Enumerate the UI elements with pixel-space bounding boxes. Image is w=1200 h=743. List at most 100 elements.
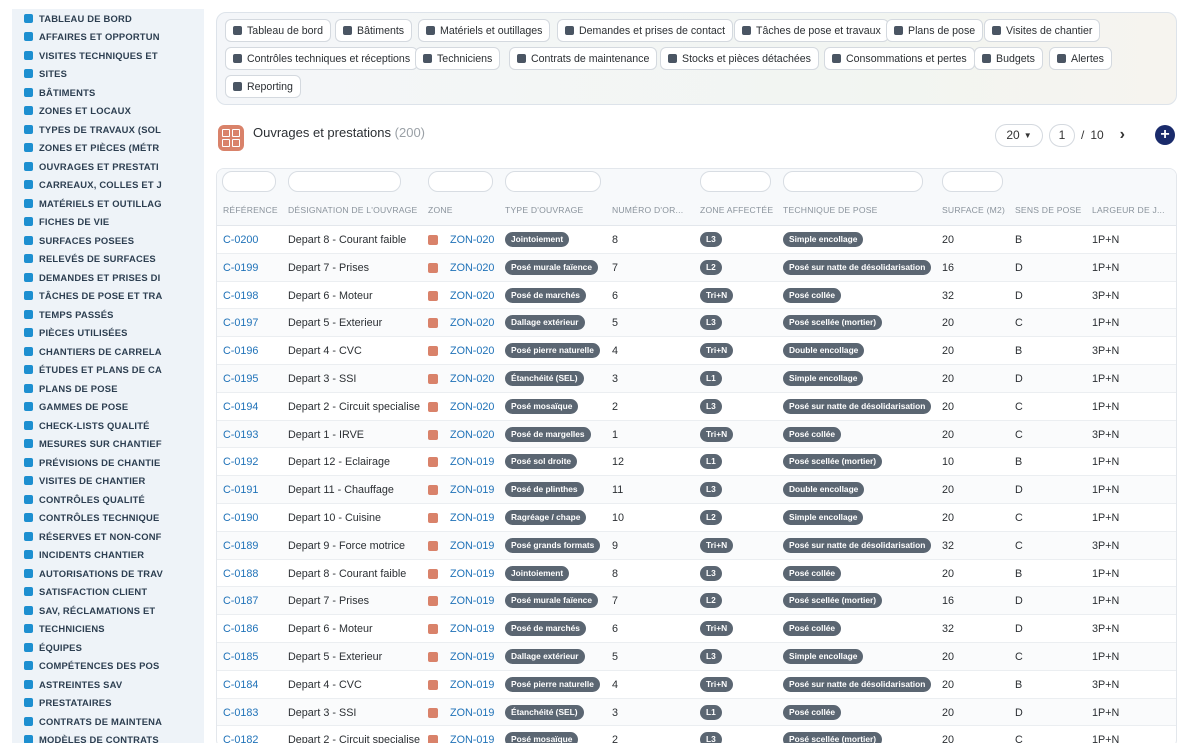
reference-link[interactable]: C-0182 (223, 734, 258, 743)
table-row[interactable]: C-0189 Depart 9 - Force motrice ZON-019 Pos… (217, 531, 1176, 560)
table-row[interactable]: C-0185 Depart 5 - Exterieur ZON-019 Dallage… (217, 643, 1176, 671)
sidebar-item[interactable]: GAMMES DE POSE (12, 398, 204, 417)
sidebar-item[interactable]: BÂTIMENTS (12, 83, 204, 102)
sidebar-item[interactable]: ZONES ET PIÈCES (MÉTR (12, 139, 204, 158)
table-row[interactable]: C-0190 Depart 10 - Cuisine ZON-019 Ragréage… (217, 504, 1176, 532)
sidebar-item[interactable]: CHECK-LISTS QUALITÉ (12, 416, 204, 435)
table-row[interactable]: C-0186 Depart 6 - Moteur ZON-019 Posé de ma… (217, 615, 1176, 643)
sidebar-item[interactable]: PRESTATAIRES (12, 694, 204, 713)
sidebar-item[interactable]: PLANS DE POSE (12, 379, 204, 398)
toolbar-button[interactable]: Matériels et outillages (418, 19, 551, 42)
sidebar-item[interactable]: ZONES ET LOCAUX (12, 102, 204, 121)
sidebar-item[interactable]: CHANTIERS DE CARRELA (12, 342, 204, 361)
zone-link[interactable]: ZON-019 (450, 595, 494, 607)
sidebar-item[interactable]: CONTRATS DE MAINTENA (12, 712, 204, 731)
reference-link[interactable]: C-0185 (223, 651, 258, 663)
reference-link[interactable]: C-0188 (223, 568, 258, 580)
toolbar-button[interactable]: Reporting (225, 75, 301, 98)
zone-link[interactable]: ZON-020 (450, 429, 494, 441)
zone-link[interactable]: ZON-019 (450, 540, 494, 552)
sidebar-item[interactable]: TECHNICIENS (12, 620, 204, 639)
sidebar-item[interactable]: SATISFACTION CLIENT (12, 583, 204, 602)
column-header[interactable]: TYPE D'OUVRAGE (505, 205, 609, 215)
table-row[interactable]: C-0193 Depart 1 - IRVE ZON-020 Posé de marg… (217, 420, 1176, 449)
zone-link[interactable]: ZON-019 (450, 456, 494, 468)
zone-link[interactable]: ZON-020 (450, 401, 494, 413)
zone-link[interactable]: ZON-019 (450, 679, 494, 691)
table-row[interactable]: C-0196 Depart 4 - CVC ZON-020 Posé pierre n… (217, 337, 1176, 365)
reference-link[interactable]: C-0191 (223, 484, 258, 496)
sidebar-item[interactable]: FICHES DE VIE (12, 213, 204, 232)
reference-link[interactable]: C-0197 (223, 317, 258, 329)
column-header[interactable]: SURFACE (M2) (942, 205, 1010, 215)
zone-link[interactable]: ZON-019 (450, 651, 494, 663)
column-header[interactable]: NUMÉRO D'OR... (612, 205, 696, 215)
sidebar-item[interactable]: PIÈCES UTILISÉES (12, 324, 204, 343)
table-row[interactable]: C-0184 Depart 4 - CVC ZON-019 Posé pierre n… (217, 671, 1176, 699)
toolbar-button[interactable]: Demandes et prises de contact (557, 19, 734, 42)
toolbar-button[interactable]: Contrôles techniques et réceptions (225, 47, 419, 70)
toolbar-button[interactable]: Tâches de pose et travaux (734, 19, 889, 42)
table-row[interactable]: C-0199 Depart 7 - Prises ZON-020 Posé mural… (217, 253, 1176, 282)
reference-link[interactable]: C-0195 (223, 373, 258, 385)
sidebar-item[interactable]: ÉQUIPES (12, 638, 204, 657)
zone-link[interactable]: ZON-019 (450, 707, 494, 719)
column-header[interactable]: ZONE AFFECTÉE (700, 205, 780, 215)
sidebar-item[interactable]: TEMPS PASSÉS (12, 305, 204, 324)
sidebar-item[interactable]: PRÉVISIONS DE CHANTIE (12, 453, 204, 472)
sidebar-item[interactable]: SURFACES POSEES (12, 231, 204, 250)
table-row[interactable]: C-0200 Depart 8 - Courant faible ZON-020 Jo… (217, 226, 1176, 254)
reference-link[interactable]: C-0186 (223, 623, 258, 635)
sidebar-item[interactable]: MATÉRIELS ET OUTILLAG (12, 194, 204, 213)
reference-link[interactable]: C-0192 (223, 456, 258, 468)
column-header[interactable]: RÉFÉRENCE (223, 205, 283, 215)
column-filter-input[interactable] (222, 171, 276, 192)
sidebar-item[interactable]: MESURES SUR CHANTIEF (12, 435, 204, 454)
column-filter-input[interactable] (288, 171, 401, 192)
table-row[interactable]: C-0187 Depart 7 - Prises ZON-019 Posé mural… (217, 587, 1176, 616)
reference-link[interactable]: C-0193 (223, 429, 258, 441)
reference-link[interactable]: C-0190 (223, 512, 258, 524)
column-header[interactable]: SENS DE POSE (1015, 205, 1089, 215)
column-filter-input[interactable] (942, 171, 1003, 192)
toolbar-button[interactable]: Bâtiments (335, 19, 413, 42)
sidebar-item[interactable]: TÂCHES DE POSE ET TRA (12, 287, 204, 306)
column-header[interactable]: ZONE (428, 205, 500, 215)
next-page-icon[interactable]: › (1120, 126, 1125, 144)
sidebar-item[interactable]: COMPÉTENCES DES POS (12, 657, 204, 676)
toolbar-button[interactable]: Stocks et pièces détachées (660, 47, 819, 70)
toolbar-button[interactable]: Techniciens (415, 47, 501, 70)
zone-link[interactable]: ZON-019 (450, 623, 494, 635)
sidebar-item[interactable]: ASTREINTES SAV (12, 675, 204, 694)
reference-link[interactable]: C-0183 (223, 707, 258, 719)
table-row[interactable]: C-0188 Depart 8 - Courant faible ZON-019 Jo… (217, 560, 1176, 588)
page-number-input[interactable]: 1 (1048, 123, 1075, 147)
sidebar-item[interactable]: CARREAUX, COLLES ET J (12, 176, 204, 195)
table-row[interactable]: C-0183 Depart 3 - SSI ZON-019 Étanchéité (S… (217, 698, 1176, 727)
reference-link[interactable]: C-0189 (223, 540, 258, 552)
column-header[interactable]: LARGEUR DE J... (1092, 205, 1172, 215)
toolbar-button[interactable]: Alertes (1049, 47, 1112, 70)
table-row[interactable]: C-0191 Depart 11 - Chauffage ZON-019 Posé d… (217, 476, 1176, 504)
reference-link[interactable]: C-0196 (223, 345, 258, 357)
zone-link[interactable]: ZON-020 (450, 317, 494, 329)
column-filter-input[interactable] (505, 171, 601, 192)
column-header[interactable]: TECHNIQUE DE POSE (783, 205, 941, 215)
sidebar-item[interactable]: ÉTUDES ET PLANS DE CA (12, 361, 204, 380)
sidebar-item[interactable]: DEMANDES ET PRISES DI (12, 268, 204, 287)
reference-link[interactable]: C-0184 (223, 679, 258, 691)
sidebar-item[interactable]: INCIDENTS CHANTIER (12, 546, 204, 565)
reference-link[interactable]: C-0194 (223, 401, 258, 413)
sidebar-item[interactable]: MODÈLES DE CONTRATS (12, 731, 204, 743)
toolbar-button[interactable]: Visites de chantier (984, 19, 1101, 42)
toolbar-button[interactable]: Plans de pose (886, 19, 984, 42)
sidebar-item[interactable]: CONTRÔLES TECHNIQUE (12, 509, 204, 528)
sidebar-item[interactable]: SAV, RÉCLAMATIONS ET (12, 601, 204, 620)
toolbar-button[interactable]: Consommations et pertes (824, 47, 975, 70)
reference-link[interactable]: C-0199 (223, 262, 258, 274)
zone-link[interactable]: ZON-020 (450, 373, 494, 385)
zone-link[interactable]: ZON-019 (450, 568, 494, 580)
page-size-select[interactable]: 20 ▼ (994, 123, 1043, 147)
sidebar-item[interactable]: SITES (12, 65, 204, 84)
sidebar-item[interactable]: CONTRÔLES QUALITÉ (12, 490, 204, 509)
